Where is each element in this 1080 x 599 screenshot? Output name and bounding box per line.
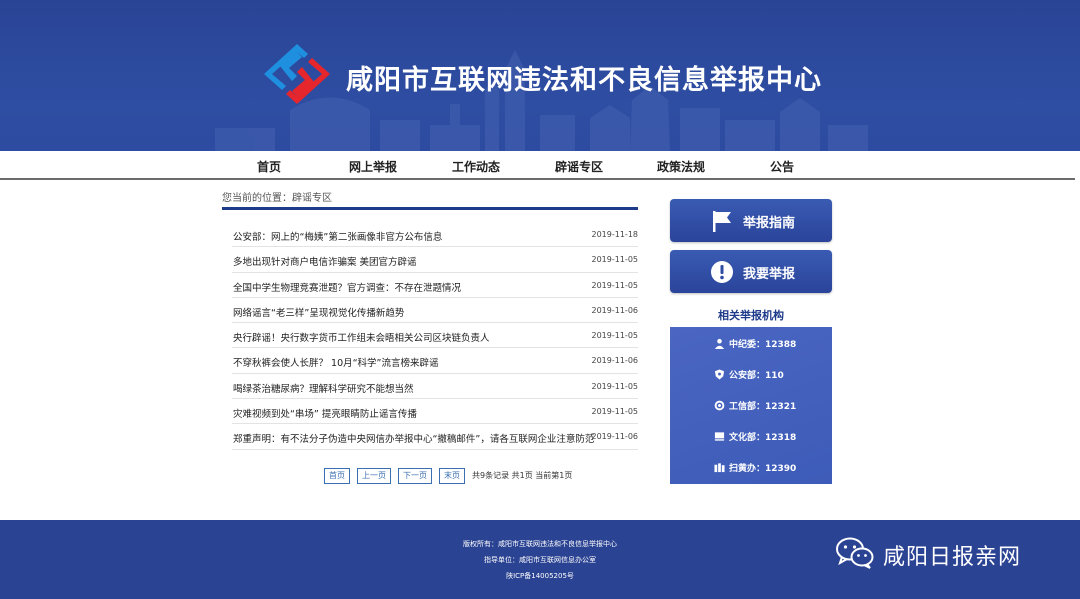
nav-item-work-news[interactable]: 工作动态 [452,158,500,175]
news-title[interactable]: 网络谣言“老三样”呈现视觉化传播新趋势 [233,305,404,319]
list-item[interactable]: 喝绿茶治糖尿病？理解科学研究不能想当然 2019-11-05 [232,374,639,400]
last-page-button[interactable]: 末页 [439,468,465,484]
news-date: 2019-11-06 [591,356,639,366]
news-date: 2019-11-06 [591,305,639,315]
news-date: 2019-11-05 [591,331,639,341]
prev-page-button[interactable]: 上一页 [357,468,391,484]
nav-item-online-report[interactable]: 网上举报 [349,158,397,175]
site-footer: 版权所有：咸阳市互联网违法和不良信息举报中心 指导单位：咸阳市互联网信息办公室 … [0,520,1080,599]
org-item[interactable]: 工信部：12321 [714,399,796,413]
news-date: 2019-11-05 [591,255,639,265]
news-date: 2019-11-06 [591,432,639,442]
nav-item-rumor-zone[interactable]: 辟谣专区 [555,158,603,175]
page: 咸阳市互联网违法和不良信息举报中心 首页 网上举报 工作动态 辟谣专区 政策法规… [0,0,1080,599]
site-title: 咸阳市互联网违法和不良信息举报中心 [346,65,822,96]
breadcrumb-prefix: 您当前的位置： [222,193,292,204]
list-item[interactable]: 多地出现针对商户电信诈骗案 美团官方辟谣 2019-11-05 [232,247,639,273]
org-label: 文化部：12318 [729,433,797,443]
news-title[interactable]: 不穿秋裤会使人长胖？ 10月“科学”流言榜来辟谣 [233,355,438,369]
list-item[interactable]: 郑重声明：有不法分子伪造中央网信办举报中心“撤稿邮件”，请各互联网企业注意防范 … [232,424,639,450]
news-title[interactable]: 喝绿茶治糖尿病？理解科学研究不能想当然 [233,381,414,395]
footer-icp[interactable]: 陕ICP备14005205号 [0,571,1080,581]
list-item[interactable]: 央行辟谣！央行数字货币工作组未会晤相关公司区块链负责人 2019-11-05 [232,323,639,349]
report-now-label: 我要举报 [743,267,796,282]
diamond-logo-icon [264,44,330,104]
related-orgs-panel: 中纪委：12388 公安部：110 工信部：12321 文化部：12318 扫黄… [670,327,832,484]
news-title[interactable]: 灾难视频到处“串场” 提亮眼睛防止谣言传播 [233,406,417,420]
news-title[interactable]: 郑重声明：有不法分子伪造中央网信办举报中心“撤稿邮件”，请各互联网企业注意防范 [233,431,594,445]
wechat-icon [836,537,874,569]
pagination-info: 共9条记录 共1页 当前第1页 [472,471,573,480]
report-now-button[interactable]: 我要举报 [670,250,832,293]
pagination: 首页 上一页 下一页 末页 共9条记录 共1页 当前第1页 [324,468,572,484]
related-orgs-title: 相关举报机构 [718,309,784,322]
org-item[interactable]: 扫黄办：12390 [714,461,796,475]
list-item[interactable]: 网络谣言“老三样”呈现视觉化传播新趋势 2019-11-06 [232,298,639,324]
breadcrumb-divider [222,207,638,210]
org-item[interactable]: 中纪委：12388 [714,337,796,351]
list-item[interactable]: 灾难视频到处“串场” 提亮眼睛防止谣言传播 2019-11-05 [232,399,639,425]
news-date: 2019-11-05 [591,407,639,417]
book-icon [714,432,725,441]
flag-icon [713,211,731,232]
emblem-icon [714,400,725,411]
news-list: 公安部：网上的“梅姨”第二张画像非官方公布信息 2019-11-18 多地出现针… [232,222,638,450]
list-item[interactable]: 公安部：网上的“梅姨”第二张画像非官方公布信息 2019-11-18 [232,222,639,248]
org-label: 公安部：110 [729,371,784,381]
report-guide-label: 举报指南 [743,216,796,231]
news-title[interactable]: 央行辟谣！央行数字货币工作组未会晤相关公司区块链负责人 [233,330,490,344]
org-label: 扫黄办：12390 [729,464,797,474]
books-icon [714,463,725,473]
org-label: 工信部：12321 [729,402,797,412]
person-icon [714,338,725,349]
report-guide-button[interactable]: 举报指南 [670,199,832,242]
news-title[interactable]: 多地出现针对商户电信诈骗案 美团官方辟谣 [233,254,417,268]
nav-item-notice[interactable]: 公告 [770,158,794,175]
list-item[interactable]: 全国中学生物理竞赛泄题？官方调查：不存在泄题情况 2019-11-05 [232,273,638,298]
site-header: 咸阳市互联网违法和不良信息举报中心 [0,0,1080,151]
police-badge-icon [714,369,725,380]
news-date: 2019-11-18 [591,230,639,239]
list-item[interactable]: 不穿秋裤会使人长胖？ 10月“科学”流言榜来辟谣 2019-11-06 [232,348,639,374]
breadcrumb-current[interactable]: 辟谣专区 [292,193,332,204]
news-title[interactable]: 全国中学生物理竞赛泄题？官方调查：不存在泄题情况 [233,280,461,294]
org-item[interactable]: 文化部：12318 [714,430,796,444]
exclamation-icon [711,261,733,283]
org-label: 中纪委：12388 [729,340,797,350]
news-date: 2019-11-05 [591,280,639,290]
next-page-button[interactable]: 下一页 [398,468,432,484]
news-title[interactable]: 公安部：网上的“梅姨”第二张画像非官方公布信息 [233,229,442,243]
first-page-button[interactable]: 首页 [324,468,350,484]
breadcrumb: 您当前的位置：辟谣专区 [222,189,332,204]
watermark-text: 咸阳日报亲网 [883,545,1022,570]
main-nav: 首页 网上举报 工作动态 辟谣专区 政策法规 公告 [0,151,1075,180]
org-item[interactable]: 公安部：110 [714,368,784,382]
news-date: 2019-11-05 [591,381,639,391]
nav-item-home[interactable]: 首页 [257,158,281,175]
nav-item-policy[interactable]: 政策法规 [657,158,705,175]
